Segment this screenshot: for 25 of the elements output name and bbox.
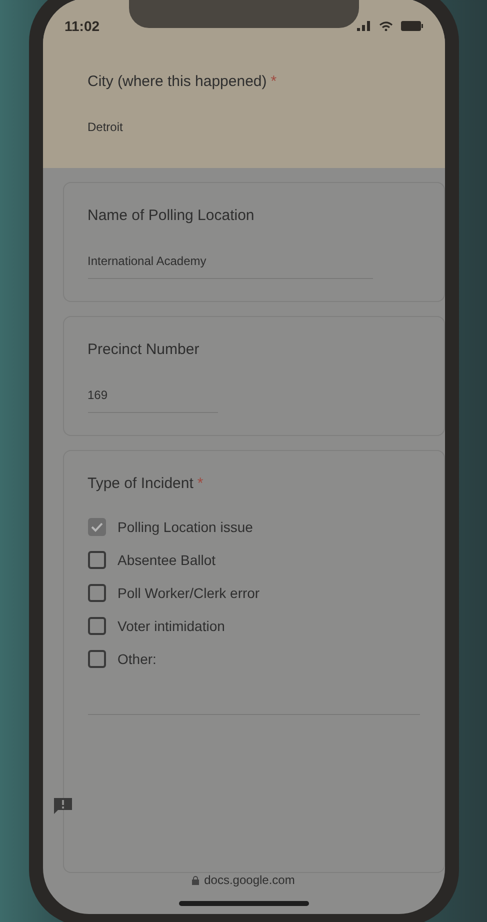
checkbox[interactable] [88,650,106,668]
signal-icon [356,21,370,31]
answer-field[interactable]: Detroit [88,120,374,145]
question-label: Type of Incident * [88,475,204,492]
feedback-icon[interactable] [52,797,72,815]
lock-icon [192,876,200,884]
question-label: Name of Polling Location [88,207,256,224]
option-label: Voter intimidation [118,618,225,634]
question-label: Precinct Number [88,341,200,358]
answer-field[interactable]: International Academy [88,254,374,279]
battery-icon [400,21,422,31]
option-label: Polling Location issue [118,519,253,535]
option-label: Other: [118,651,156,667]
checkbox[interactable] [88,617,106,635]
checkbox[interactable] [88,584,106,602]
wifi-icon [378,21,392,31]
answer-field[interactable]: 169 [88,388,218,413]
checkbox[interactable] [88,551,106,569]
address-bar[interactable]: docs.google.com [192,873,295,887]
clock: 11:02 [64,18,100,34]
question-label: City (where this happened) * [88,73,278,90]
option-label: Absentee Ballot [118,552,216,568]
checkbox[interactable] [88,518,106,536]
check-icon [90,522,102,532]
option-label: Poll Worker/Clerk error [118,585,260,601]
